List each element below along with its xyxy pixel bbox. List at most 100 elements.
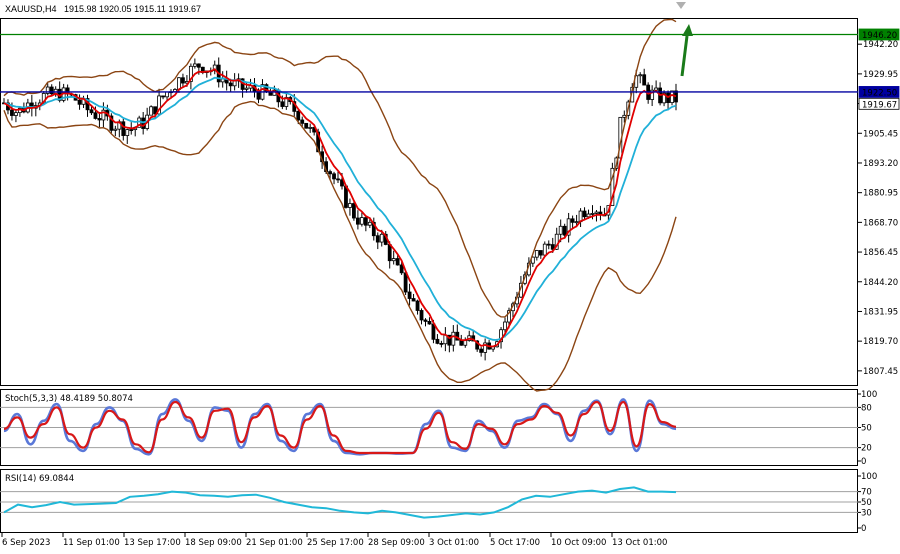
scroll-marker-icon — [676, 2, 686, 9]
price-tick-label: 1893.20 — [863, 159, 898, 169]
rsi-tick-label: 70 — [861, 488, 872, 498]
candle-body[interactable] — [244, 87, 249, 90]
candle-body[interactable] — [546, 243, 551, 246]
candle-body[interactable] — [196, 63, 201, 68]
candle-body[interactable] — [590, 213, 595, 215]
candle-body[interactable] — [586, 213, 591, 218]
stoch-tick-label: 50 — [861, 424, 872, 434]
price-tick-label: 1844.20 — [863, 278, 898, 288]
candle-body[interactable] — [638, 74, 643, 77]
candle-body[interactable] — [582, 210, 587, 218]
candle-body[interactable] — [594, 211, 599, 214]
candle-body[interactable] — [232, 80, 237, 87]
candle-body[interactable] — [332, 173, 336, 180]
candle-body[interactable] — [49, 86, 54, 95]
candle-body[interactable] — [439, 342, 444, 345]
time-tick-label: 18 Sep 09:00 — [185, 538, 242, 548]
candle-body[interactable] — [129, 129, 134, 131]
candle-body[interactable] — [14, 112, 18, 116]
candle-body[interactable] — [538, 250, 543, 256]
candle-body[interactable] — [375, 235, 380, 243]
candle-body[interactable] — [451, 331, 456, 346]
price-tick-label: 1942.20 — [863, 40, 898, 50]
candle-body[interactable] — [177, 77, 181, 90]
candle-body[interactable] — [113, 128, 118, 131]
candle-body[interactable] — [503, 321, 507, 331]
candle-body[interactable] — [355, 217, 360, 225]
candle-body[interactable] — [348, 203, 352, 208]
time-tick-label: 13 Oct 01:00 — [612, 538, 667, 548]
price-tick-label: 1856.45 — [863, 248, 898, 258]
candle-body[interactable] — [423, 319, 428, 322]
rsi-panel[interactable]: 100 705030 0 — [0, 472, 877, 534]
candle-body[interactable] — [670, 90, 674, 103]
rsi-tick-label: 0 — [861, 524, 866, 534]
candle-body[interactable] — [10, 109, 14, 116]
rsi-title: RSI(14) 69.0844 — [5, 474, 74, 484]
candle-body[interactable] — [399, 264, 404, 274]
price-tick-label: 1831.95 — [863, 307, 898, 317]
price-label: 1946.20 — [862, 31, 897, 41]
candle-body[interactable] — [542, 243, 547, 256]
candle-body[interactable] — [463, 340, 468, 346]
candle-body[interactable] — [165, 91, 169, 98]
candle-body[interactable] — [395, 258, 400, 266]
candle-body[interactable] — [415, 300, 420, 311]
bollinger-upper-line — [3, 18, 677, 318]
candle-body[interactable] — [379, 233, 384, 243]
candle-body[interactable] — [622, 114, 627, 118]
candle-body[interactable] — [89, 109, 94, 114]
candle-body[interactable] — [359, 217, 364, 225]
candle-body[interactable] — [125, 129, 130, 136]
candle-body[interactable] — [300, 119, 305, 124]
stoch-tick-label: 0 — [861, 457, 866, 467]
up-arrow-icon — [680, 35, 689, 77]
candle-body[interactable] — [427, 321, 432, 325]
candle-body[interactable] — [97, 118, 102, 121]
candle-body[interactable] — [296, 110, 301, 121]
candle-body[interactable] — [574, 221, 579, 224]
candle-body[interactable] — [161, 95, 165, 98]
candle-body[interactable] — [308, 127, 313, 129]
candle-body[interactable] — [181, 77, 185, 84]
candle-body[interactable] — [570, 218, 575, 223]
candle-body[interactable] — [367, 221, 372, 226]
candle-body[interactable] — [328, 171, 332, 175]
candle-body[interactable] — [435, 338, 440, 344]
candle-body[interactable] — [363, 217, 368, 226]
candle-body[interactable] — [280, 101, 285, 107]
time-axis: 6 Sep 2023 11 Sep 01:00 13 Sep 17:00 18 Sep… — [1, 533, 667, 548]
candle-body[interactable] — [534, 250, 539, 258]
candle-body[interactable] — [121, 121, 126, 136]
candle-body[interactable] — [479, 348, 484, 353]
candle-body[interactable] — [228, 82, 233, 87]
price-tick-label: 1929.95 — [863, 70, 898, 80]
candle-body[interactable] — [558, 225, 563, 235]
candle-body[interactable] — [149, 106, 154, 116]
candle-body[interactable] — [642, 74, 647, 86]
candle-body[interactable] — [562, 225, 567, 236]
grid — [0, 18, 858, 533]
candle-body[interactable] — [654, 87, 659, 91]
price-tick-label: 1819.70 — [863, 337, 898, 347]
candle-body[interactable] — [431, 323, 436, 340]
time-tick-label: 21 Sep 01:00 — [246, 538, 303, 548]
candle-body[interactable] — [387, 244, 392, 262]
candle-body[interactable] — [407, 291, 412, 299]
candle-body[interactable] — [411, 298, 416, 302]
candle-body[interactable] — [304, 122, 309, 129]
chart-canvas: 1008050200 1007050300 1942.201929.951917… — [0, 2, 900, 548]
candle-body[interactable] — [192, 63, 197, 67]
symbol-title: XAUUSD,H4 — [5, 4, 57, 14]
candle-body[interactable] — [419, 310, 424, 321]
price-chart[interactable] — [0, 2, 858, 392]
time-tick-label: 10 Oct 09:00 — [551, 538, 606, 548]
stoch-tick-label: 20 — [861, 444, 872, 454]
candle-body[interactable] — [93, 112, 98, 119]
candle-body[interactable] — [352, 203, 356, 219]
candle-body[interactable] — [77, 99, 82, 105]
time-tick-label: 13 Sep 17:00 — [124, 538, 181, 548]
candle-body[interactable] — [336, 178, 340, 181]
candle-body[interactable] — [391, 258, 396, 262]
price-axis: 1942.201929.951917.701905.451893.201880.… — [858, 28, 900, 377]
